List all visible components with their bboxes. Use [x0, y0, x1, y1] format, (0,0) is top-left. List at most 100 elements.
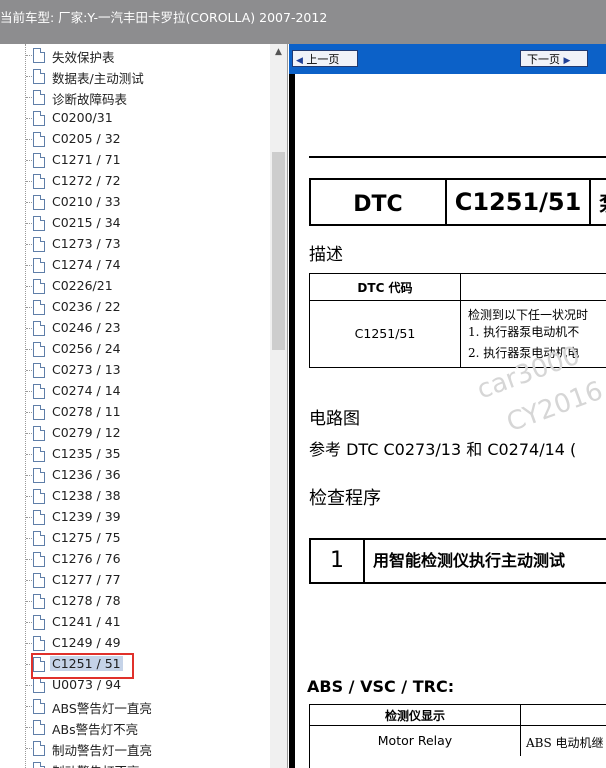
document-toolbar: ◀ 上一页 下一页 ▶: [289, 44, 606, 74]
tree-item[interactable]: C1277 / 77: [0, 570, 270, 591]
document-icon: [33, 489, 45, 504]
document-icon: [33, 153, 45, 168]
tree-item-label: C1271 / 71: [52, 152, 121, 167]
tree-item[interactable]: C1241 / 41: [0, 612, 270, 633]
tree-item-label: C1236 / 36: [52, 467, 121, 482]
tree-scrollbar[interactable]: ▲: [270, 44, 287, 768]
tree-item-label: 诊断故障码表: [52, 92, 128, 107]
tree-item-label: 失效保护表: [52, 50, 115, 65]
tree-item[interactable]: C1271 / 71: [0, 150, 270, 171]
tree-connector: [26, 643, 32, 644]
title-bar: 当前车型: 厂家:Y-一汽丰田卡罗拉(COROLLA) 2007-2012: [0, 0, 606, 44]
tree-item[interactable]: C0210 / 33: [0, 192, 270, 213]
document-page: DTC C1251/51 泵 描述 DTC 代码 C1251/51 检测到以下任…: [295, 74, 606, 768]
step-1-box: 1 用智能检测仪执行主动测试: [309, 538, 606, 584]
tree-item[interactable]: C1235 / 35: [0, 444, 270, 465]
tree-item[interactable]: 失效保护表: [0, 45, 270, 66]
document-icon: [33, 510, 45, 525]
tree-item[interactable]: ABS警告灯一直亮: [0, 696, 270, 717]
tree-item-label: C0215 / 34: [52, 215, 121, 230]
tree-item-label: C1275 / 75: [52, 530, 121, 545]
arrow-left-icon: ◀: [296, 56, 303, 66]
tree-connector: [26, 202, 32, 203]
next-page-button[interactable]: 下一页 ▶: [520, 50, 588, 67]
document-icon: [33, 615, 45, 630]
tree-item[interactable]: C0273 / 13: [0, 360, 270, 381]
tree-connector: [26, 433, 32, 434]
tree-item-label: C1239 / 39: [52, 509, 121, 524]
dtc-label: DTC: [311, 180, 447, 224]
tree-item[interactable]: C0205 / 32: [0, 129, 270, 150]
tree-item[interactable]: C1236 / 36: [0, 465, 270, 486]
tree-item[interactable]: C1272 / 72: [0, 171, 270, 192]
tree-connector: [26, 286, 32, 287]
tree-item[interactable]: 制动警告灯一直亮: [0, 738, 270, 759]
tree-item[interactable]: C0278 / 11: [0, 402, 270, 423]
tree-connector: [26, 76, 32, 77]
tree-item[interactable]: C1276 / 76: [0, 549, 270, 570]
scrollbar-thumb[interactable]: [272, 152, 285, 350]
tree-connector: [26, 139, 32, 140]
tree-item-label: C0256 / 24: [52, 341, 121, 356]
tree-item-label: C1273 / 73: [52, 236, 121, 251]
document-icon: [33, 720, 45, 735]
document-icon: [33, 741, 45, 756]
tree-connector: [26, 622, 32, 623]
tree-item[interactable]: C1239 / 39: [0, 507, 270, 528]
document-icon: [33, 552, 45, 567]
document-icon: [33, 405, 45, 420]
tree-item[interactable]: C0246 / 23: [0, 318, 270, 339]
document-icon: [33, 237, 45, 252]
tree-item[interactable]: C1275 / 75: [0, 528, 270, 549]
document-icon: [33, 69, 45, 84]
procedure-heading: 检查程序: [309, 488, 381, 509]
tree-item[interactable]: 诊断故障码表: [0, 87, 270, 108]
document-icon: [33, 636, 45, 651]
prev-page-button[interactable]: ◀ 上一页: [292, 50, 358, 67]
tree-item[interactable]: C0274 / 14: [0, 381, 270, 402]
tree-item-label: C1276 / 76: [52, 551, 121, 566]
document-icon: [33, 90, 45, 105]
tree-item[interactable]: 制动警告灯不亮: [0, 759, 270, 768]
tree-item-label: C0274 / 14: [52, 383, 121, 398]
tree-connector: [26, 97, 32, 98]
tree-item-label: C0205 / 32: [52, 131, 121, 146]
tree-item[interactable]: C1238 / 38: [0, 486, 270, 507]
tree-connector: [26, 517, 32, 518]
tree-item[interactable]: C1274 / 74: [0, 255, 270, 276]
document-icon: [33, 762, 45, 768]
tree-item-label: C0273 / 13: [52, 362, 121, 377]
description-heading: 描述: [309, 245, 343, 265]
document-icon: [33, 699, 45, 714]
tree-item[interactable]: C0215 / 34: [0, 213, 270, 234]
tree-connector: [26, 538, 32, 539]
document-icon: [33, 384, 45, 399]
tree-connector: [26, 496, 32, 497]
abs-section-title: ABS / VSC / TRC:: [307, 677, 455, 696]
scroll-up-arrow-icon[interactable]: ▲: [270, 44, 287, 61]
table-header-code: DTC 代码: [310, 274, 461, 301]
tree-item-label: 制动警告灯一直亮: [52, 743, 153, 758]
tree-connector: [26, 328, 32, 329]
tree-item[interactable]: 数据表/主动测试: [0, 66, 270, 87]
tree-item[interactable]: C0236 / 22: [0, 297, 270, 318]
tree-connector: [26, 370, 32, 371]
tree-connector: [26, 412, 32, 413]
tree-item[interactable]: C0200/31: [0, 108, 270, 129]
dtc-header-box: DTC C1251/51 泵: [309, 178, 606, 226]
tree-item[interactable]: C0279 / 12: [0, 423, 270, 444]
tree-item[interactable]: C1249 / 49: [0, 633, 270, 654]
tree-item[interactable]: C1278 / 78: [0, 591, 270, 612]
tree-item[interactable]: ABs警告灯不亮: [0, 717, 270, 738]
tree-item[interactable]: C0226/21: [0, 276, 270, 297]
tree-item-label: ABS警告灯一直亮: [52, 701, 152, 716]
tree-item[interactable]: C1273 / 73: [0, 234, 270, 255]
window-title: 当前车型: 厂家:Y-一汽丰田卡罗拉(COROLLA) 2007-2012: [0, 10, 328, 25]
tree-item-label: 制动警告灯不亮: [52, 761, 140, 768]
document-icon: [33, 258, 45, 273]
document-icon: [33, 573, 45, 588]
tree-item[interactable]: C0256 / 24: [0, 339, 270, 360]
document-icon: [33, 279, 45, 294]
circuit-reference: 参考 DTC C0273/13 和 C0274/14 (: [309, 440, 577, 459]
abs-table-row-label: Motor Relay: [310, 726, 521, 756]
